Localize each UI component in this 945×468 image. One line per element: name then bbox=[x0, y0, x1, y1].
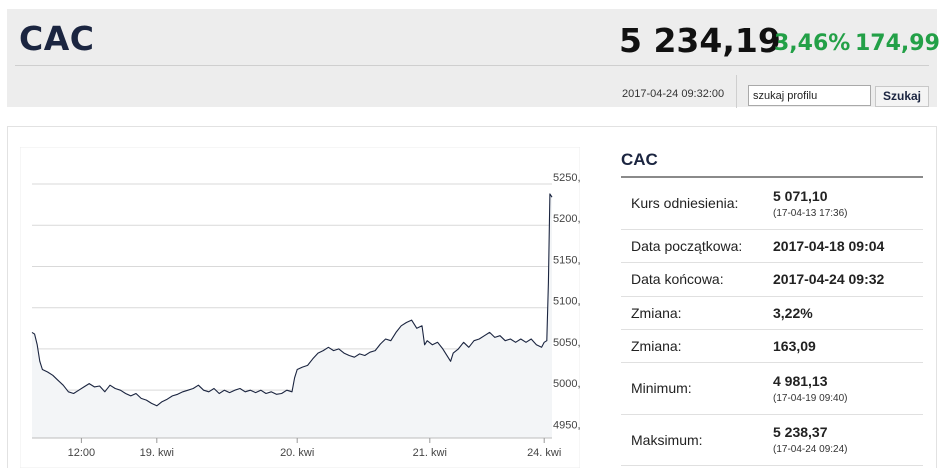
quote-datetime: 2017-04-24 09:32:00 bbox=[622, 88, 725, 100]
info-label: Kurs odniesienia: bbox=[621, 178, 773, 230]
info-label: Zmiana: bbox=[621, 296, 773, 330]
x-tick-label: 12:00 bbox=[68, 447, 96, 459]
x-tick-label: 19. kwi bbox=[140, 447, 174, 459]
info-value: 5 071,10 (17-04-13 17:36) bbox=[773, 178, 923, 230]
info-label: Data końcowa: bbox=[621, 262, 773, 297]
x-tick-label: 24. kwi bbox=[527, 447, 561, 459]
x-tick-label: 21. kwi bbox=[413, 447, 447, 459]
instrument-title: CAC bbox=[19, 19, 95, 58]
info-value-timestamp: (17-04-19 09:40) bbox=[773, 392, 848, 404]
search-button[interactable]: Szukaj bbox=[875, 86, 929, 107]
info-label: Data początkowa: bbox=[621, 229, 773, 263]
info-table: Kurs odniesienia: 5 071,10 (17-04-13 17:36… bbox=[621, 178, 923, 466]
info-value: 5 238,37 (17-04-24 09:24) bbox=[773, 414, 923, 466]
x-tick-label: 20. kwi bbox=[280, 447, 314, 459]
info-value-timestamp: (17-04-13 17:36) bbox=[773, 207, 848, 219]
profile-search-input[interactable] bbox=[748, 85, 871, 106]
info-row: Maksimum: 5 238,37 (17-04-24 09:24) bbox=[621, 414, 923, 466]
y-tick-label: 5050,00 bbox=[553, 337, 580, 349]
info-value: 163,09 bbox=[773, 329, 923, 363]
price-chart: 4950,00 5000,00 5050,00 5100,00 5150,00 5200,… bbox=[20, 147, 580, 468]
price-chart-svg: 4950,00 5000,00 5050,00 5100,00 5150,00 5200,… bbox=[20, 147, 580, 468]
info-row: Zmiana: 163,09 bbox=[621, 329, 923, 363]
info-value: 2017-04-18 09:04 bbox=[773, 229, 923, 263]
info-value-timestamp: (17-04-24 09:24) bbox=[773, 444, 848, 455]
y-tick-label: 4950,00 bbox=[553, 419, 580, 431]
header-separator bbox=[736, 75, 737, 108]
info-row: Zmiana: 3,22% bbox=[621, 296, 923, 330]
info-row: Kurs odniesienia: 5 071,10 (17-04-13 17:36… bbox=[621, 178, 923, 230]
info-value-text: 5 238,37 bbox=[773, 424, 828, 440]
y-tick-label: 5100,00 bbox=[553, 296, 580, 308]
info-value: 2017-04-24 09:32 bbox=[773, 262, 923, 297]
quote-header: CAC 5 234,19 3,46% 174,99 2017-04-24 09:… bbox=[7, 9, 940, 108]
info-value: 4 981,13 (17-04-19 09:40) bbox=[773, 362, 923, 415]
info-value: 3,22% bbox=[773, 296, 923, 330]
info-label: Zmiana: bbox=[621, 329, 773, 363]
change-absolute: 174,99 bbox=[855, 31, 940, 56]
info-value-text: 3,22% bbox=[773, 304, 813, 321]
last-price: 5 234,19 bbox=[619, 21, 781, 60]
y-tick-label: 5150,00 bbox=[553, 254, 580, 266]
info-row: Data końcowa: 2017-04-24 09:32 bbox=[621, 262, 923, 297]
info-value-text: 4 981,13 bbox=[773, 372, 828, 389]
info-row: Data początkowa: 2017-04-18 09:04 bbox=[621, 229, 923, 263]
info-label: Minimum: bbox=[621, 362, 773, 415]
change-percent: 3,46% bbox=[774, 31, 851, 56]
y-tick-label: 5000,00 bbox=[553, 378, 580, 390]
header-divider bbox=[15, 65, 929, 66]
info-label: Maksimum: bbox=[621, 414, 773, 466]
info-value-text: 2017-04-18 09:04 bbox=[773, 237, 885, 254]
info-value-text: 2017-04-24 09:32 bbox=[773, 271, 885, 287]
info-value-text: 5 071,10 bbox=[773, 187, 828, 204]
info-row: Minimum: 4 981,13 (17-04-19 09:40) bbox=[621, 362, 923, 415]
info-title: CAC bbox=[621, 150, 658, 169]
y-tick-label: 5200,00 bbox=[553, 213, 580, 225]
info-value-text: 163,09 bbox=[773, 337, 816, 354]
y-tick-label: 5250,00 bbox=[553, 172, 580, 184]
